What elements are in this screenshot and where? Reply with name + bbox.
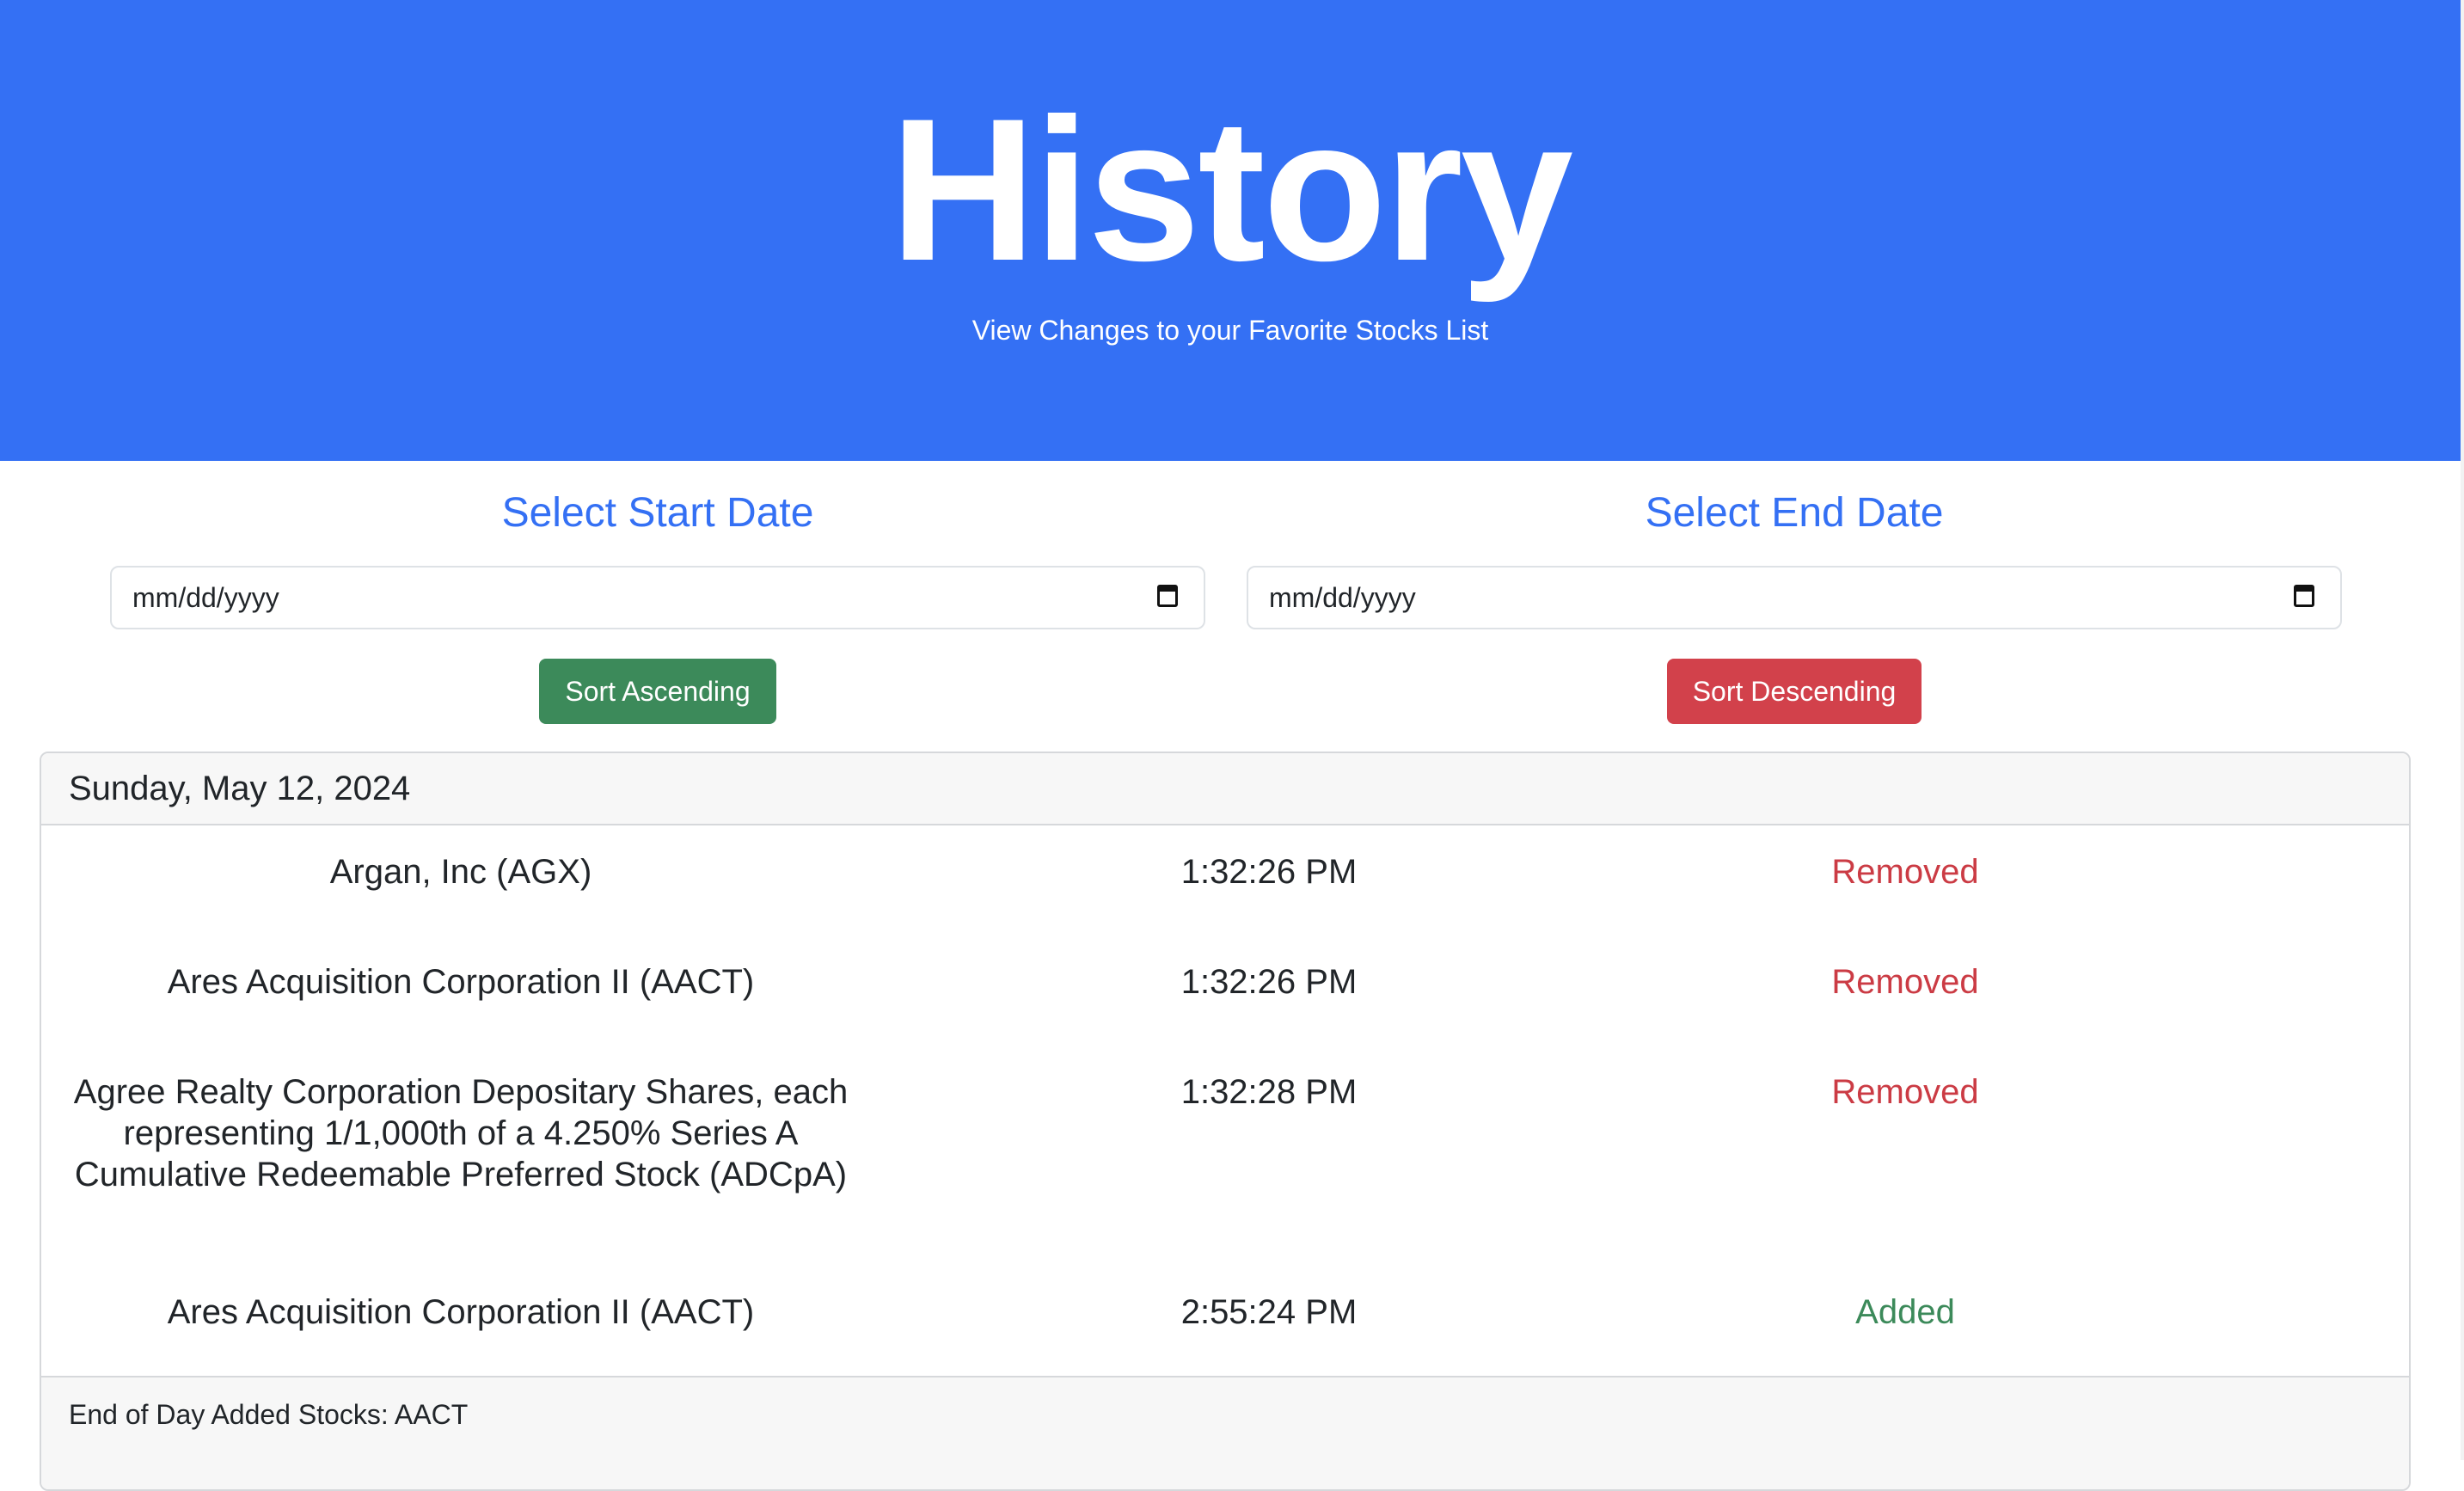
day-footer: End of Day Added Stocks: AACT [41, 1376, 2409, 1489]
stock-name: Ares Acquisition Corporation II (AACT) [167, 1293, 755, 1331]
change-time: 1:32:28 PM [1180, 1073, 1358, 1111]
sort-descending-button[interactable]: Sort Descending [1667, 659, 1922, 724]
change-time: 2:55:24 PM [1180, 1293, 1358, 1331]
sort-ascending-button[interactable]: Sort Ascending [539, 659, 776, 724]
start-date-input[interactable]: mm/dd/yyyy [110, 566, 1205, 629]
end-of-day-summary: End of Day Added Stocks: AACT [69, 1399, 469, 1430]
start-date-title: Select Start Date [501, 490, 814, 536]
change-time: 1:32:26 PM [1180, 853, 1358, 891]
start-date-column: Select Start Date mm/dd/yyyy Sort Ascend… [110, 482, 1205, 724]
end-date-placeholder: mm/dd/yyyy [1269, 582, 1416, 613]
stock-name: Ares Acquisition Corporation II (AACT) [167, 963, 755, 1001]
end-date-column: Select End Date mm/dd/yyyy Sort Descendi… [1247, 482, 2342, 724]
end-date-input[interactable]: mm/dd/yyyy [1247, 566, 2342, 629]
stock-name: Agree Realty Corporation Depositary Shar… [73, 1073, 849, 1193]
start-date-placeholder: mm/dd/yyyy [132, 582, 279, 613]
change-status: Removed [1831, 853, 1979, 891]
day-header: Sunday, May 12, 2024 [41, 753, 2409, 825]
page-title: History [889, 77, 1573, 304]
page-edge [2461, 0, 2464, 1460]
calendar-icon[interactable] [2294, 585, 2314, 607]
history-day-card: Sunday, May 12, 2024 Argan, Inc (AGX) 1:… [40, 752, 2411, 1491]
change-status: Removed [1831, 963, 1979, 1001]
page-subtitle: View Changes to your Favorite Stocks Lis… [972, 315, 1489, 346]
change-status: Added [1855, 1293, 1955, 1331]
stock-name: Argan, Inc (AGX) [329, 853, 592, 891]
change-time: 1:32:26 PM [1180, 963, 1358, 1001]
end-date-title: Select End Date [1645, 490, 1944, 536]
page-hero: History View Changes to your Favorite St… [0, 0, 2461, 461]
change-status: Removed [1831, 1073, 1979, 1111]
calendar-icon[interactable] [1157, 585, 1178, 607]
